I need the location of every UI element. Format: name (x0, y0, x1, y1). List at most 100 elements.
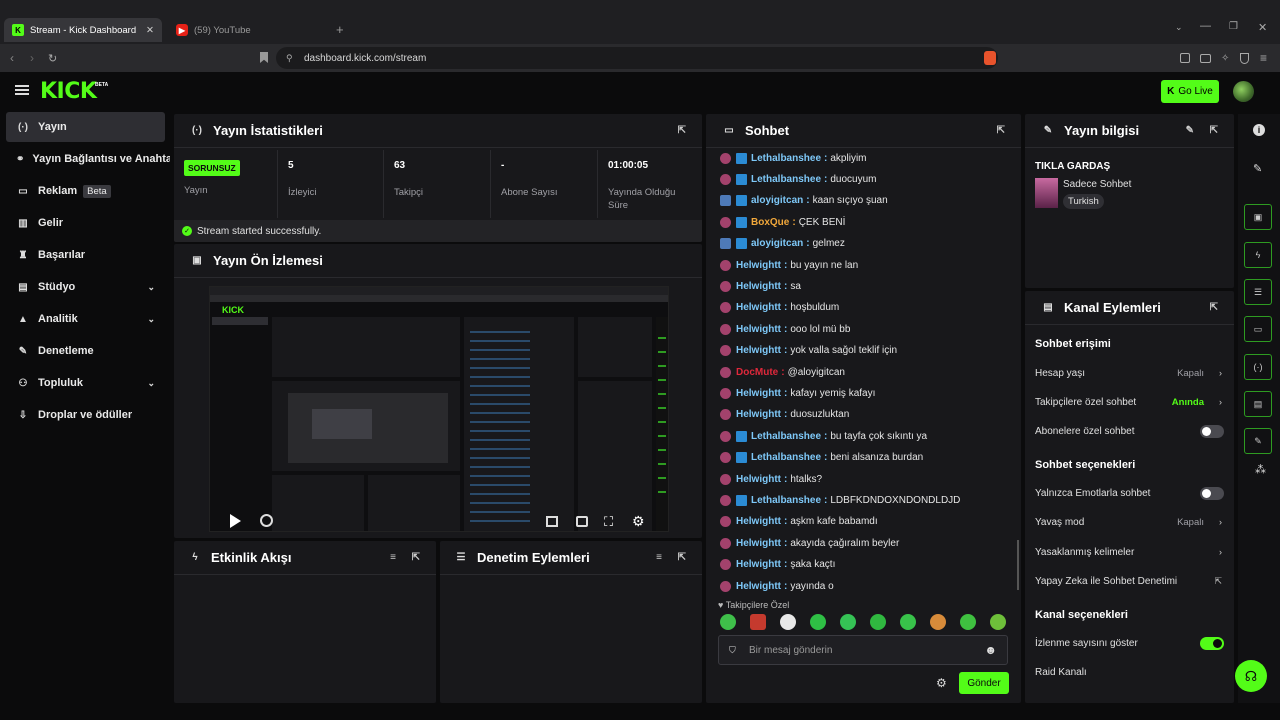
site-info-icon[interactable]: ⚲ (286, 53, 293, 64)
rail-activity-button[interactable]: ϟ (1244, 242, 1272, 268)
emote-10-icon[interactable] (990, 614, 1006, 630)
popout-icon[interactable]: ⇱ (1210, 302, 1218, 313)
chat-username[interactable]: Helwightt (736, 324, 781, 335)
sidebar-item-moderation[interactable]: ✎ Denetleme (6, 336, 165, 366)
chat-username[interactable]: Helwightt (736, 281, 781, 292)
chat-username[interactable]: Helwightt (736, 581, 781, 592)
close-tab-icon[interactable]: ✕ (146, 25, 154, 36)
emote-4-icon[interactable] (810, 614, 826, 630)
chat-username[interactable]: Helwightt (736, 538, 781, 549)
sidebar-item-community[interactable]: ⚇ Topluluk ⌄ (6, 368, 165, 398)
emote-8-icon[interactable] (930, 614, 946, 630)
send-button[interactable]: Gönder (959, 672, 1009, 694)
sidebar-toggle-icon[interactable] (1180, 53, 1190, 63)
emoji-icon[interactable]: ☻ (984, 643, 997, 657)
info-icon[interactable]: i (1253, 124, 1265, 136)
brave-shield-icon[interactable] (984, 51, 996, 65)
rail-modactions-button[interactable]: ☰ (1244, 279, 1272, 305)
sidebar-item-stream-key[interactable]: ⚭ Yayın Bağlantısı ve Anahtar (6, 144, 170, 174)
emote-6-icon[interactable] (870, 614, 886, 630)
subs-chat-toggle[interactable] (1200, 424, 1224, 438)
emote-7-icon[interactable] (900, 614, 916, 630)
chat-username[interactable]: Helwightt (736, 559, 781, 570)
chat-username[interactable]: aloyigitcan (751, 195, 803, 206)
filter-icon[interactable]: ≡ (390, 552, 396, 563)
account-age-row[interactable]: Hesap yaşı Kapalı › (1035, 363, 1224, 383)
settings-icon[interactable]: ⚙ (632, 513, 645, 530)
menu-icon[interactable]: ≡ (1260, 51, 1267, 65)
tab-search-icon[interactable]: ⌄ (1175, 22, 1183, 33)
emote-9-icon[interactable] (960, 614, 976, 630)
emote-3-icon[interactable] (780, 614, 796, 630)
chat-username[interactable]: Helwightt (736, 302, 781, 313)
filter-icon[interactable]: ≡ (656, 552, 662, 563)
chat-username[interactable]: BoxQue (751, 217, 789, 228)
preview-video[interactable]: KICK (209, 286, 669, 532)
leo-ai-icon[interactable]: ✧ (1221, 53, 1229, 64)
play-icon[interactable] (230, 514, 241, 528)
chat-username[interactable]: Helwightt (736, 345, 781, 356)
chat-username[interactable]: Lethalbanshee (751, 431, 821, 442)
chat-input[interactable]: ⛉ Bir mesaj gönderin ☻ (718, 635, 1008, 665)
sidebar-item-revenue[interactable]: ▥ Gelir (6, 208, 165, 238)
slow-mode-row[interactable]: Yavaş mod Kapalı › (1035, 512, 1224, 532)
sidebar-item-studio[interactable]: ▤ Stüdyo ⌄ (6, 272, 165, 302)
chat-username[interactable]: Helwightt (736, 474, 781, 485)
pip-icon[interactable] (546, 516, 558, 527)
avatar[interactable] (1233, 81, 1254, 102)
raid-row[interactable]: Raid Kanalı (1035, 662, 1224, 682)
sidebar-item-analytics[interactable]: ▲ Analitik ⌄ (6, 304, 165, 334)
url-field[interactable]: ⚲ dashboard.kick.com/stream (276, 47, 998, 69)
followers-chat-row[interactable]: Takipçilere özel sohbet Anında › (1035, 392, 1224, 412)
minimize-icon[interactable]: — (1200, 20, 1211, 32)
rail-info-button[interactable]: ✎ (1244, 428, 1272, 454)
chat-username[interactable]: Helwightt (736, 388, 781, 399)
drops-icon[interactable]: ⁂ (1255, 463, 1266, 476)
close-window-icon[interactable]: ✕ (1258, 21, 1267, 34)
chat-settings-icon[interactable]: ⚙ (936, 676, 947, 690)
chat-scrollbar[interactable] (1017, 540, 1019, 590)
chat-username[interactable]: Lethalbanshee (751, 495, 821, 506)
vpn-icon[interactable] (1240, 52, 1249, 64)
rail-stats-button[interactable]: (·) (1244, 354, 1272, 380)
rail-video-button[interactable]: ▣ (1244, 204, 1272, 230)
chat-username[interactable]: Helwightt (736, 516, 781, 527)
emote-1-icon[interactable] (720, 614, 736, 630)
chat-username[interactable]: Lethalbanshee (751, 174, 821, 185)
restore-icon[interactable]: ❐ (1229, 21, 1238, 32)
fullscreen-icon[interactable]: ⛶ (604, 514, 613, 530)
chat-username[interactable]: Lethalbanshee (751, 452, 821, 463)
tab-youtube[interactable]: ▶ (59) YouTube (168, 18, 328, 42)
wallet-icon[interactable] (1200, 53, 1211, 63)
popout-icon[interactable]: ⇱ (1210, 125, 1218, 136)
support-button[interactable]: ☊ (1235, 660, 1267, 692)
back-icon[interactable]: ‹ (10, 51, 14, 65)
kick-logo[interactable]: KICK (40, 79, 97, 104)
tab-kick-dashboard[interactable]: K Stream - Kick Dashboard ✕ (4, 18, 162, 42)
chat-username[interactable]: aloyigitcan (751, 238, 803, 249)
rail-channel-button[interactable]: ▤ (1244, 391, 1272, 417)
chat-username[interactable]: DocMute (736, 367, 778, 378)
emote-2-icon[interactable] (750, 614, 766, 630)
popout-icon[interactable]: ⇱ (678, 552, 686, 563)
pencil-icon[interactable]: ✎ (1253, 162, 1262, 175)
popout-icon[interactable]: ⇱ (412, 552, 420, 563)
popout-icon[interactable]: ⇱ (678, 125, 686, 136)
category-name[interactable]: Sadece Sohbet (1063, 179, 1131, 190)
new-tab-icon[interactable]: + (336, 22, 344, 37)
sidebar-item-stream[interactable]: (·) Yayın (6, 112, 165, 142)
ai-moderation-row[interactable]: Yapay Zeka ile Sohbet Denetimi ⇱ (1035, 571, 1224, 591)
go-live-button[interactable]: K Go Live (1161, 80, 1219, 103)
chat-username[interactable]: Helwightt (736, 409, 781, 420)
emote-only-toggle[interactable] (1200, 486, 1224, 500)
sidebar-item-achievements[interactable]: ♜ Başarılar (6, 240, 165, 270)
chat-username[interactable]: Helwightt (736, 260, 781, 271)
rail-chat-button[interactable]: ▭ (1244, 316, 1272, 342)
bookmark-icon[interactable] (260, 52, 268, 63)
banned-words-row[interactable]: Yasaklanmış kelimeler › (1035, 542, 1224, 562)
sidebar-item-ads[interactable]: ▭ Reklam Beta (6, 176, 165, 206)
popout-icon[interactable]: ⇱ (997, 125, 1005, 136)
forward-icon[interactable]: › (30, 51, 34, 65)
reload-icon[interactable]: ↻ (48, 52, 57, 65)
mute-icon[interactable] (260, 514, 273, 527)
